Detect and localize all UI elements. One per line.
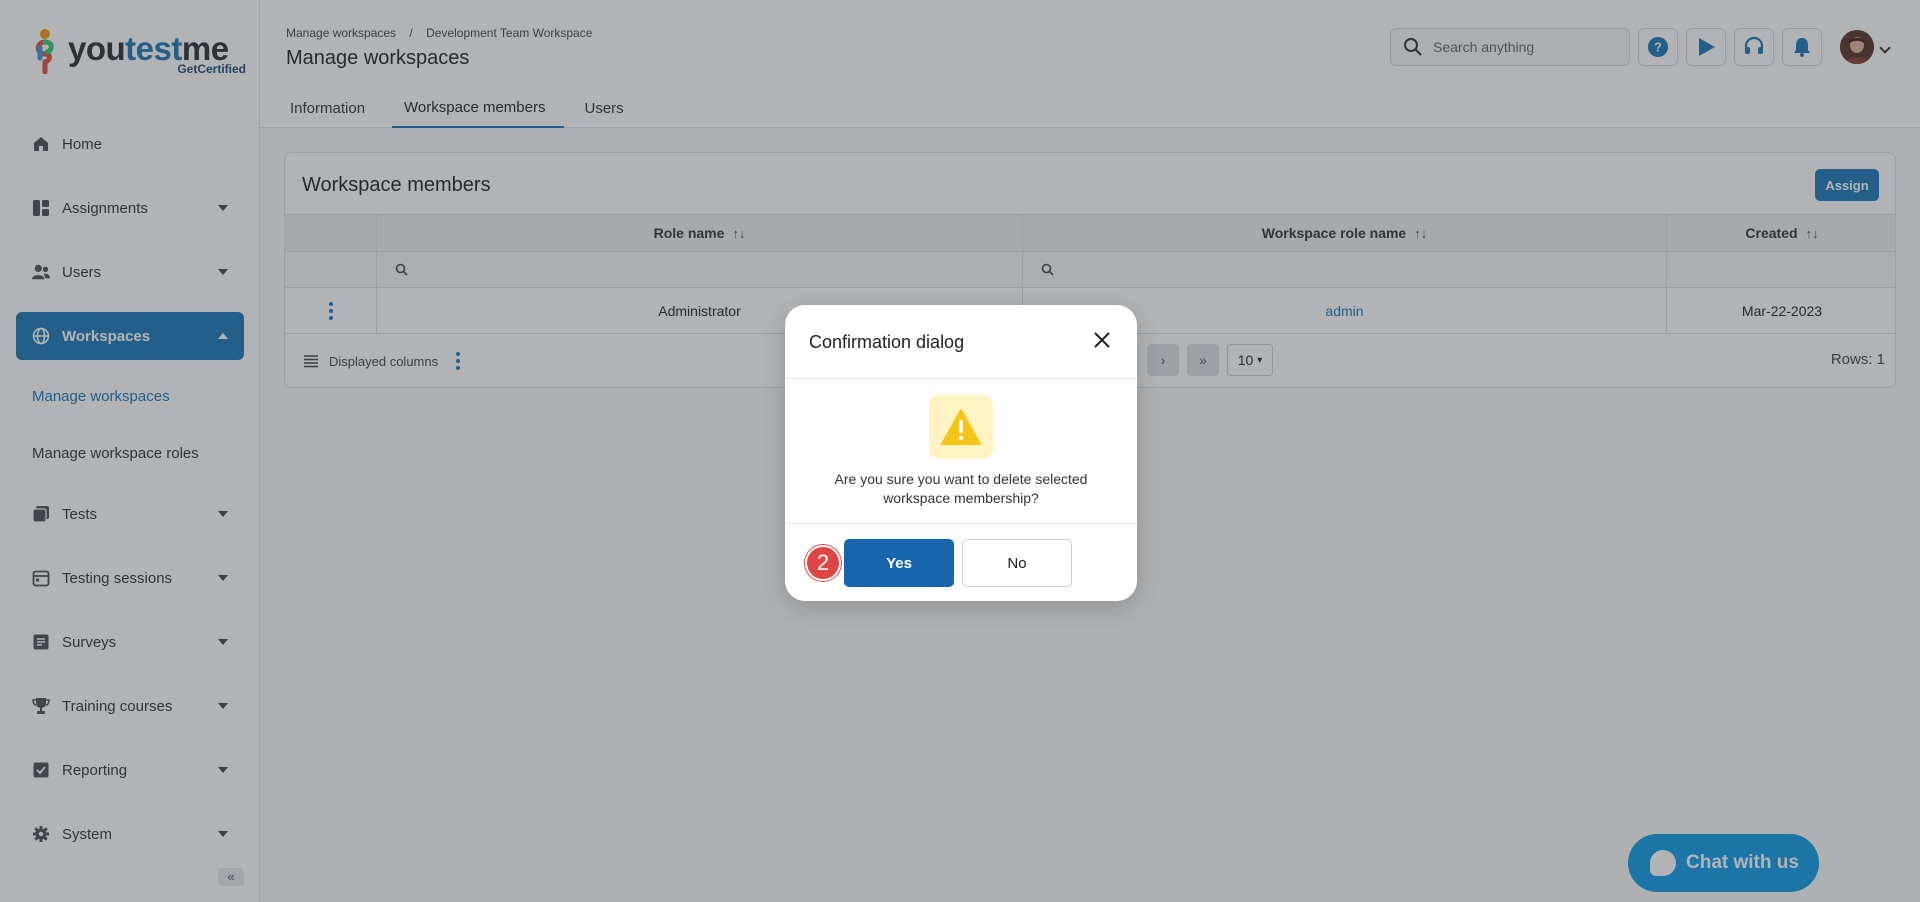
warning-icon [941, 409, 981, 445]
confirmation-dialog: Confirmation dialog Are you sure you wan… [785, 305, 1137, 601]
dialog-message: Are you sure you want to delete selected… [834, 471, 1088, 506]
no-button[interactable]: No [962, 539, 1072, 587]
dialog-divider [785, 523, 1137, 524]
warning-badge [929, 395, 993, 459]
yes-button[interactable]: Yes [844, 539, 954, 587]
close-icon[interactable] [1093, 331, 1111, 349]
dialog-title: Confirmation dialog [809, 332, 965, 352]
step-number-badge: 2 [805, 545, 841, 581]
dialog-divider [785, 378, 1137, 379]
